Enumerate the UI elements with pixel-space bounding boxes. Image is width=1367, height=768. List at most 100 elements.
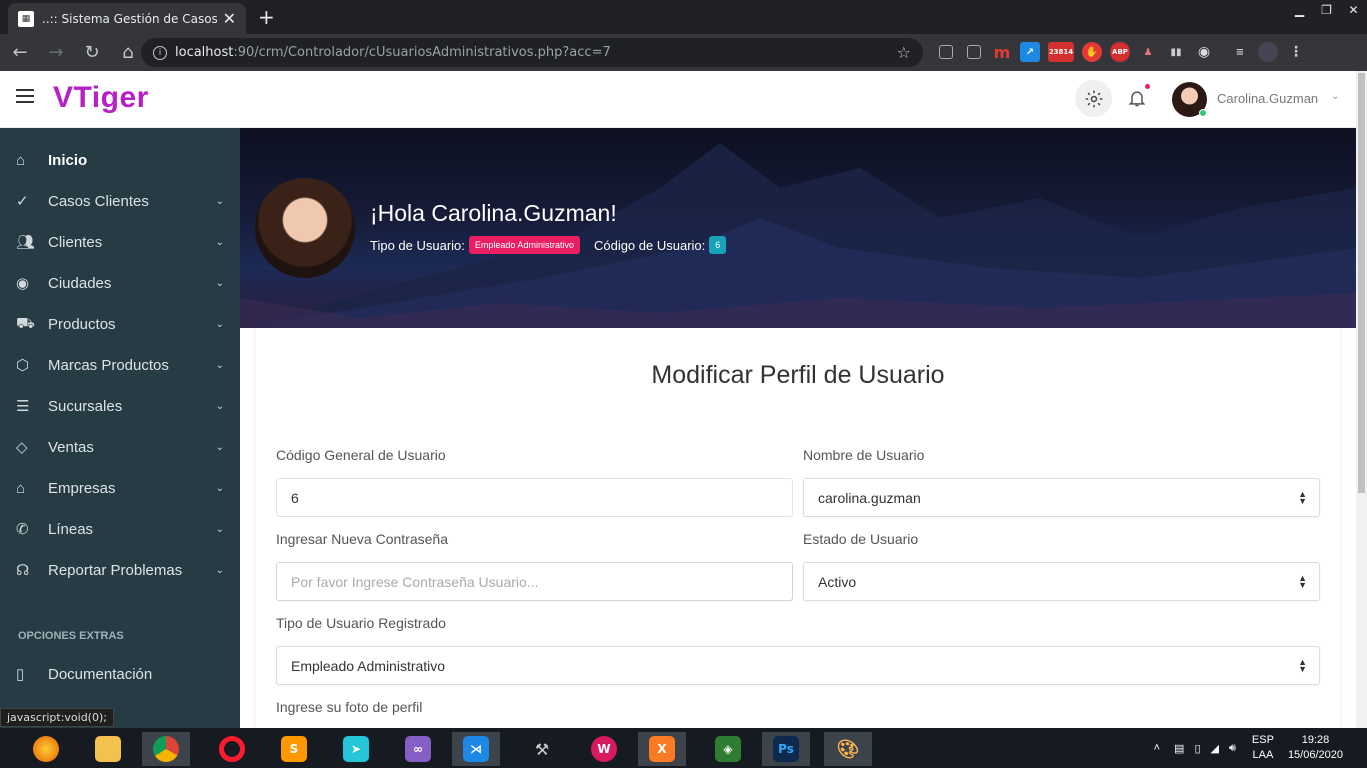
tab-title: ..:: Sistema Gestión de Casos vtiger <box>42 11 217 26</box>
address-bar[interactable]: i localhost:90/crm/Controlador/cUsuarios… <box>141 38 923 67</box>
clock-date: 15/06/2020 <box>1287 749 1343 761</box>
person-extension-icon[interactable]: ♟ <box>1138 42 1158 62</box>
arrow-extension-icon[interactable]: ↗ <box>1020 42 1040 62</box>
tag-icon: ◇ <box>16 439 28 456</box>
sidebar-item-marcas-productos[interactable]: ⬡ Marcas Productos ⌄ <box>0 345 240 385</box>
reload-icon[interactable]: ↻ <box>76 42 108 63</box>
vscode-icon[interactable]: ⋊ <box>452 732 500 766</box>
back-icon[interactable]: ← <box>4 42 36 63</box>
new-tab-icon[interactable]: + <box>258 5 275 29</box>
profile-form-card: Modificar Perfil de Usuario Código Gener… <box>256 328 1340 728</box>
tipo-select[interactable]: Empleado Administrativo ▲ ▼ <box>276 646 1320 685</box>
bookmark-star-icon[interactable]: ☆ <box>897 43 911 62</box>
users-icon: 👥︎ <box>16 234 36 251</box>
sidebar-item-documentacion[interactable]: ▯ Documentación <box>0 654 240 694</box>
sidebar-item-inicio[interactable]: ⌂ Inicio <box>0 140 240 180</box>
sidebar-item-clientes[interactable]: 👥︎ Clientes ⌄ <box>0 222 240 262</box>
home-browser-icon[interactable]: ⌂ <box>112 42 144 63</box>
lang-secondary: LAA <box>1252 749 1274 761</box>
sublime-icon[interactable]: S <box>270 732 318 766</box>
clock[interactable]: 19:28 15/06/2020 <box>1288 733 1343 763</box>
minimize-icon[interactable]: ▁ <box>1286 0 1313 20</box>
sidebar-item-casos-clientes[interactable]: ✓ Casos Clientes ⌄ <box>0 181 240 221</box>
restore-icon[interactable]: ❐ <box>1313 0 1340 20</box>
user-code-badge: 6 <box>709 236 727 254</box>
close-tab-icon[interactable]: ✕ <box>223 9 236 28</box>
mail-extension-icon[interactable]: 23814 <box>1048 42 1074 62</box>
user-meta: Tipo de Usuario: Empleado Administrativo… <box>370 236 727 254</box>
chevron-down-icon: ⌄ <box>215 482 224 494</box>
webstorm-icon[interactable]: W <box>580 732 628 766</box>
user-type-label: Tipo de Usuario: <box>370 237 465 253</box>
m-extension-icon[interactable]: m <box>992 42 1012 62</box>
info-icon[interactable]: i <box>153 45 167 60</box>
user-avatar[interactable] <box>1172 82 1207 117</box>
nombre-value: carolina.guzman <box>818 489 921 506</box>
sidebar-item-productos[interactable]: ⛟ Productos ⌄ <box>0 304 240 344</box>
xampp-icon[interactable]: X <box>638 732 686 766</box>
header-username[interactable]: Carolina.Guzman <box>1217 91 1318 106</box>
github-icon[interactable]: ◉ <box>1194 42 1214 62</box>
sidebar-item-label: Ciudades <box>48 274 112 292</box>
hamburger-menu-icon[interactable] <box>16 89 34 103</box>
adblock-icon[interactable]: ABP <box>1110 42 1130 62</box>
photoshop-icon[interactable]: Ps <box>762 732 810 766</box>
foto-label: Ingrese su foto de perfil <box>276 699 423 715</box>
clock-time: 19:28 <box>1301 734 1330 746</box>
notification-bell-icon[interactable] <box>1127 84 1150 113</box>
visual-studio-icon[interactable]: ∞ <box>394 732 442 766</box>
browser-tab[interactable]: ▦ ..:: Sistema Gestión de Casos vtiger ✕ <box>8 3 246 34</box>
forward-icon[interactable]: → <box>40 42 72 63</box>
queue-icon[interactable]: ≡ <box>1230 42 1250 62</box>
screenshot-icon[interactable] <box>939 45 953 59</box>
sidebar-item-label: Casos Clientes <box>48 192 149 210</box>
chevron-down-icon[interactable]: ⌄ <box>1331 91 1339 102</box>
select-arrows-icon: ▲ ▼ <box>1298 572 1307 590</box>
virtualbox-icon[interactable]: ◈ <box>704 732 752 766</box>
opera-icon[interactable] <box>208 732 256 766</box>
tray-apps-icon[interactable]: ▤ <box>1174 742 1184 755</box>
chevron-down-icon: ⌄ <box>215 236 224 248</box>
window-close-icon[interactable]: ✕ <box>1340 0 1367 20</box>
sidebar-item-empresas[interactable]: ⌂ Empresas ⌄ <box>0 468 240 508</box>
page-scrollbar[interactable] <box>1356 71 1367 728</box>
file-explorer-icon[interactable] <box>84 732 132 766</box>
password-input[interactable]: Por favor Ingrese Contraseña Usuario... <box>276 562 793 601</box>
terminal-app-icon[interactable]: ➤ <box>332 732 380 766</box>
sidebar-item-label: Productos <box>48 315 116 333</box>
user-code-label: Código de Usuario: <box>593 237 706 253</box>
tipo-value: Empleado Administrativo <box>291 657 446 674</box>
paint-icon[interactable]: 🎨︎ <box>824 732 872 766</box>
chevron-down-icon: ⌄ <box>215 400 224 412</box>
firefox-icon[interactable] <box>22 732 70 766</box>
chevron-down-icon: ⌄ <box>215 318 224 330</box>
sidebar-item-ciudades[interactable]: ◉ Ciudades ⌄ <box>0 263 240 303</box>
capture-icon[interactable] <box>967 45 981 59</box>
sidebar-item-label: Sucursales <box>48 397 123 415</box>
profile-chrome-icon[interactable] <box>1258 42 1278 62</box>
language-indicator[interactable]: ESP LAA <box>1252 733 1274 763</box>
audio-extension-icon[interactable]: ▮▮ <box>1166 42 1186 62</box>
sidebar-item-reportar-problemas[interactable]: ☊ Reportar Problemas ⌄ <box>0 550 240 590</box>
tray-device-icon[interactable]: ▯ <box>1194 742 1200 755</box>
network-icon[interactable]: ◢ <box>1211 742 1219 755</box>
chevron-down-icon: ⌄ <box>215 564 224 576</box>
tools-icon[interactable]: ⚒ <box>518 732 566 766</box>
sidebar-item-ventas[interactable]: ◇ Ventas ⌄ <box>0 427 240 467</box>
menu-dots-icon[interactable]: ⋮ <box>1286 42 1306 62</box>
estado-select[interactable]: Activo ▲ ▼ <box>803 562 1320 601</box>
scrollbar-thumb[interactable] <box>1358 73 1365 493</box>
nombre-select[interactable]: carolina.guzman ▲ ▼ <box>803 478 1320 517</box>
app-logo[interactable]: VTiger <box>53 81 149 115</box>
stop-extension-icon[interactable]: ✋ <box>1082 42 1102 62</box>
sidebar-item-sucursales[interactable]: ☰ Sucursales ⌄ <box>0 386 240 426</box>
sidebar-item-lineas[interactable]: ✆ Líneas ⌄ <box>0 509 240 549</box>
codigo-field[interactable]: 6 <box>276 478 793 517</box>
password-placeholder: Por favor Ingrese Contraseña Usuario... <box>291 573 539 590</box>
volume-icon[interactable]: 🔊︎ <box>1229 742 1236 755</box>
phone-icon: ✆ <box>16 521 29 538</box>
tray-expand-icon[interactable]: ˄ <box>1154 742 1160 754</box>
sidebar-item-label: Clientes <box>48 233 103 251</box>
chrome-icon[interactable] <box>142 732 190 766</box>
settings-gear-icon[interactable] <box>1075 80 1112 117</box>
